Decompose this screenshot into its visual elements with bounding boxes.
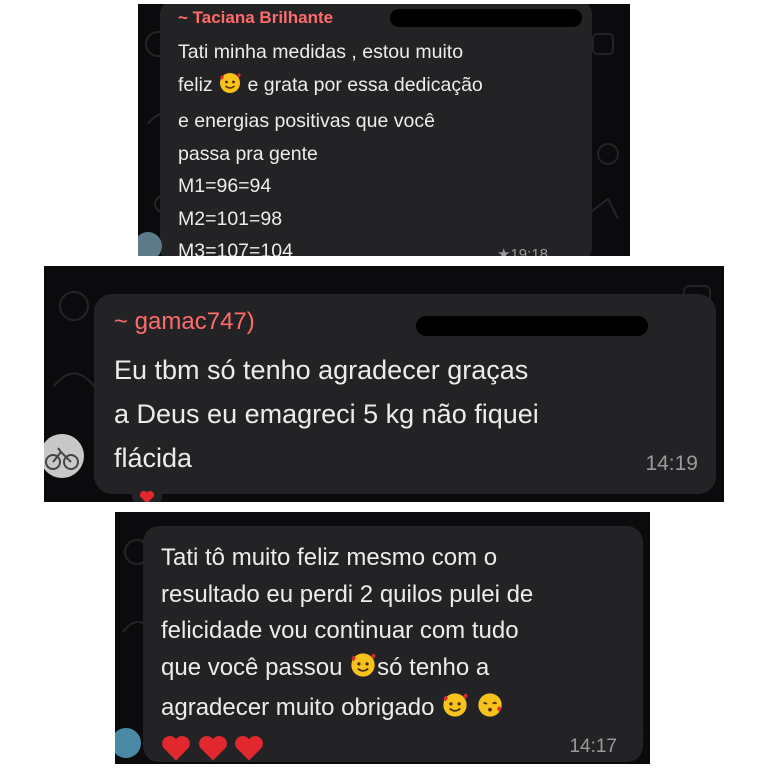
message-bubble[interactable]: ~ gamac747) Eu tbm só tenho agradecer gr… xyxy=(94,294,716,494)
redacted-phone xyxy=(416,316,648,336)
message-time: 14:19 xyxy=(645,452,698,475)
message-text: Eu tbm só tenho agradecer graças a Deus … xyxy=(114,348,539,480)
message-fragment: feliz xyxy=(178,73,213,96)
message-fragment: e grata por essa dedicação xyxy=(247,73,483,96)
message-line: passa pra gente xyxy=(178,142,318,165)
avatar[interactable] xyxy=(44,434,84,478)
reaction-heart-icon[interactable] xyxy=(132,490,162,502)
kissing-face-icon xyxy=(476,691,504,731)
message-line: M2=101=98 xyxy=(178,207,283,230)
redacted-phone xyxy=(390,9,582,27)
message-line: resultado eu perdi 2 quilos pulei de xyxy=(161,580,534,608)
smiling-face-with-hearts-icon xyxy=(218,71,242,106)
message-time: 14:17 xyxy=(569,736,617,757)
screenshot-2: ~ gamac747) Eu tbm só tenho agradecer gr… xyxy=(44,266,724,502)
message-fragment: que você passou xyxy=(161,653,343,681)
message-fragment: só tenho a xyxy=(377,653,490,681)
avatar[interactable] xyxy=(115,728,141,758)
avatar[interactable] xyxy=(138,232,162,256)
message-line: que você passou só tenho a xyxy=(161,650,533,691)
sender-name[interactable]: ~ gamac747) xyxy=(114,308,255,336)
sender-name[interactable]: ~ Taciana Brilhante xyxy=(178,8,333,28)
bicycle-icon xyxy=(45,447,79,470)
message-line: felicidade vou continuar com tudo xyxy=(161,617,519,644)
message-line: M1=96=94 xyxy=(178,175,272,197)
message-line: feliz e grata por essa dedicação xyxy=(178,69,483,106)
message-line: Tati minha medidas , estou muito xyxy=(178,41,464,63)
message-line: agradecer muito obrigado xyxy=(161,690,533,731)
message-line: a Deus eu emagreci 5 kg não fiquei xyxy=(114,399,539,429)
red-heart-icon xyxy=(198,734,228,765)
message-line: Tati tô muito feliz mesmo com o xyxy=(161,544,498,571)
message-line: Eu tbm só tenho agradecer graças xyxy=(114,355,529,385)
message-bubble[interactable]: ~ Taciana Brilhante Tati minha medidas ,… xyxy=(160,4,592,256)
screenshot-1: ~ Taciana Brilhante Tati minha medidas ,… xyxy=(138,4,630,256)
message-bubble[interactable]: Tati tô muito feliz mesmo com o resultad… xyxy=(143,526,643,762)
red-heart-icon xyxy=(161,734,191,765)
message-fragment: agradecer muito obrigado xyxy=(161,694,435,721)
message-text: Tati tô muito feliz mesmo com o resultad… xyxy=(161,540,533,764)
message-line xyxy=(161,733,533,765)
message-line: flácida xyxy=(114,443,193,473)
smiling-face-with-hearts-icon xyxy=(349,651,377,691)
message-line: e energias positivas que você xyxy=(178,110,435,132)
message-text: Tati minha medidas , estou muito feliz e… xyxy=(178,36,483,256)
message-time: ★19:18 xyxy=(497,246,548,256)
message-line: M3=107=104 xyxy=(178,240,293,256)
screenshot-3: Tati tô muito feliz mesmo com o resultad… xyxy=(115,512,650,764)
smiling-face-with-hearts-icon xyxy=(441,691,469,731)
red-heart-icon xyxy=(234,734,264,765)
